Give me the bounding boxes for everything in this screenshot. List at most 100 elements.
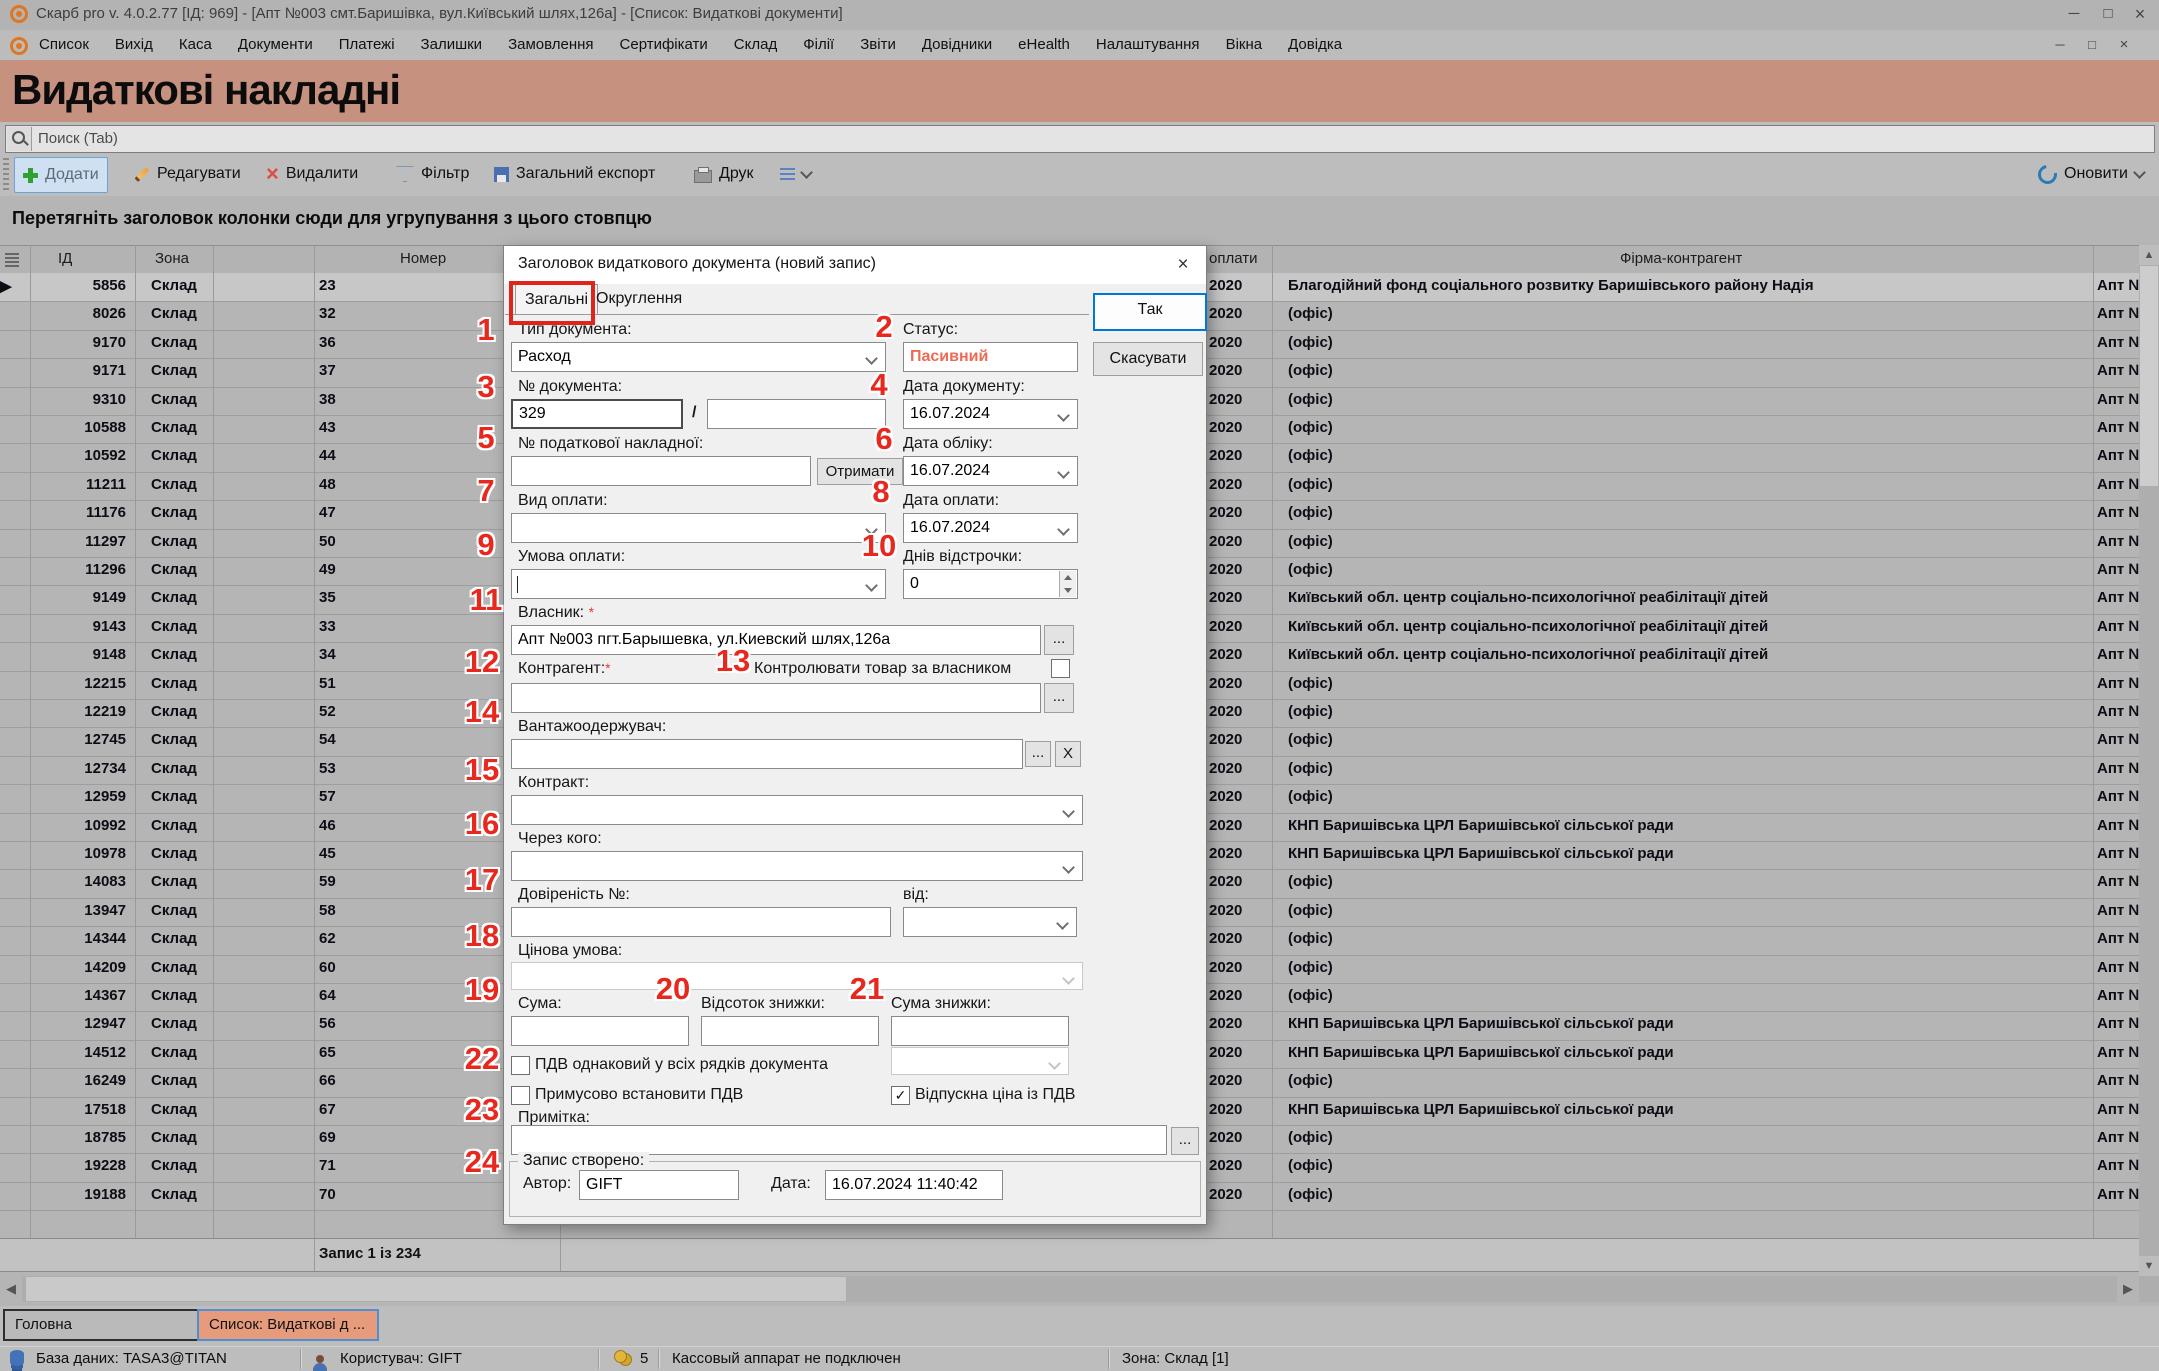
cancel-button[interactable]: Скасувати [1093, 342, 1203, 376]
cell-payment: 2020 [1209, 390, 1243, 408]
menu-item-14[interactable]: Вікна [1226, 30, 1263, 60]
sum-input[interactable] [511, 1016, 689, 1046]
doc-date-select[interactable]: 16.07.2024 [903, 399, 1078, 429]
tax-invoice-input[interactable] [511, 456, 811, 486]
menu-item-15[interactable]: Довідка [1288, 30, 1342, 60]
spinner-arrows-icon[interactable] [1059, 571, 1076, 597]
acc-date-select[interactable]: 16.07.2024 [903, 456, 1078, 486]
proxy-from-select[interactable] [903, 907, 1077, 937]
mdi-close-icon[interactable]: × [2109, 33, 2139, 57]
menu-item-6[interactable]: Замовлення [508, 30, 593, 60]
control-by-owner-checkbox[interactable] [1051, 659, 1070, 678]
doc-type-select[interactable]: Расход [511, 342, 886, 372]
add-button[interactable]: Додати [14, 157, 108, 193]
pay-date-select[interactable]: 16.07.2024 [903, 513, 1078, 543]
maximize-button[interactable]: □ [2093, 2, 2123, 26]
menu-item-10[interactable]: Звіти [860, 30, 896, 60]
doc-no-suffix-input[interactable] [707, 399, 886, 429]
menu-item-8[interactable]: Склад [734, 30, 777, 60]
col-header-number[interactable]: Номер [400, 250, 446, 267]
mdi-minimize-icon[interactable]: ─ [2045, 33, 2075, 57]
discount-percent-input[interactable] [701, 1016, 879, 1046]
refresh-button[interactable]: Оновити [2030, 157, 2152, 191]
mdi-restore-icon[interactable]: □ [2077, 33, 2107, 57]
ok-button[interactable]: Так [1093, 293, 1207, 331]
edit-button[interactable]: Редагувати [126, 157, 249, 191]
cell-pharmacy: Апт №0 [2097, 901, 2139, 919]
contragent-input[interactable] [511, 683, 1041, 713]
cell-firm: Київський обл. центр соціально-психологі… [1288, 617, 1769, 635]
cell-payment: 2020 [1209, 987, 1243, 1004]
toolbar-grip[interactable] [3, 158, 9, 192]
proxy-no-input[interactable] [511, 907, 891, 937]
print-button[interactable]: Друк [686, 157, 762, 191]
menu-item-3[interactable]: Документи [238, 30, 313, 60]
dialog-close-icon[interactable]: × [1170, 252, 1196, 278]
cell-zone: Склад [151, 1185, 197, 1203]
view-options-button[interactable] [772, 157, 819, 191]
via-whom-select[interactable] [511, 851, 1083, 881]
menu-item-2[interactable]: Каса [179, 30, 212, 60]
col-header-zone[interactable]: Зона [155, 250, 189, 267]
cell-firm: Благодійний фонд соціального розвитку Ба… [1288, 277, 1814, 294]
cell-id: 10588 [84, 419, 126, 436]
cell-firm: (офіс) [1288, 788, 1333, 806]
minimize-button[interactable]: ─ [2059, 2, 2089, 26]
cell-payment: 2020 [1209, 305, 1243, 323]
consignee-input[interactable] [511, 739, 1023, 769]
cell-pharmacy: Апт №0 [2097, 1157, 2139, 1175]
consignee-browse-button[interactable]: ... [1025, 741, 1051, 767]
owner-input[interactable]: Апт №003 пгт.Барышевка, ул.Киевский шлях… [511, 625, 1041, 655]
menu-bar: Список Вихід Каса Документи Платежі Залишки За… [0, 30, 2159, 61]
scroll-left-icon[interactable]: ◀ [0, 1276, 22, 1302]
cell-id: 19188 [84, 1185, 126, 1203]
discount-sum-input[interactable] [891, 1016, 1069, 1046]
get-tax-no-button[interactable]: Отримати [817, 458, 903, 485]
floppy-icon [494, 166, 509, 182]
horizontal-scroll-thumb[interactable] [26, 1277, 846, 1301]
tab-home[interactable]: Головна [3, 1309, 205, 1341]
menu-item-0[interactable]: Список [39, 30, 89, 60]
menu-item-7[interactable]: Сертифікати [620, 30, 708, 60]
vertical-scrollbar[interactable]: ▲ ▼ [2139, 245, 2159, 1276]
menu-item-13[interactable]: Налаштування [1096, 30, 1200, 60]
menu-item-11[interactable]: Довідники [922, 30, 992, 60]
delay-days-stepper[interactable]: 0 [903, 569, 1078, 599]
tab-documents-list[interactable]: Список: Видаткові д ... [197, 1309, 379, 1341]
menu-item-5[interactable]: Залишки [421, 30, 483, 60]
col-header-firm[interactable]: Фірма-контрагент [1620, 250, 1742, 267]
menu-item-9[interactable]: Філії [803, 30, 834, 60]
search-input[interactable]: Поиск (Tab) [5, 125, 2155, 153]
doc-no-input[interactable]: 329 [511, 399, 683, 429]
scroll-right-icon[interactable]: ▶ [2117, 1276, 2139, 1302]
vertical-scroll-thumb[interactable] [2140, 266, 2158, 486]
consignee-clear-button[interactable]: X [1055, 741, 1081, 767]
filter-button[interactable]: Фільтр [388, 157, 477, 191]
vat-price-checkbox[interactable]: ✓ [891, 1086, 910, 1105]
contragent-browse-button[interactable]: ... [1044, 683, 1074, 713]
horizontal-scrollbar[interactable]: ◀ ▶ [0, 1276, 2159, 1302]
cell-id: 19228 [84, 1157, 126, 1175]
payment-condition-select[interactable] [511, 569, 886, 599]
note-browse-button[interactable]: ... [1171, 1127, 1199, 1155]
vat-same-checkbox[interactable] [511, 1056, 530, 1075]
close-button[interactable]: × [2125, 2, 2155, 26]
col-header-payment[interactable]: оплати [1209, 250, 1257, 267]
owner-browse-button[interactable]: ... [1044, 625, 1074, 655]
cell-firm: (офіс) [1288, 759, 1333, 777]
scroll-down-icon[interactable]: ▼ [2139, 1256, 2159, 1276]
contract-select[interactable] [511, 795, 1083, 825]
tab-rounding[interactable]: Округлення [587, 284, 691, 314]
acc-date-label: Дата обліку: [903, 435, 993, 452]
menu-item-4[interactable]: Платежі [339, 30, 395, 60]
note-input[interactable] [511, 1125, 1167, 1155]
menu-item-1[interactable]: Вихід [115, 30, 153, 60]
status-value: Пасивний [903, 342, 1078, 372]
col-header-id[interactable]: ІД [58, 250, 72, 267]
payment-kind-select[interactable] [511, 513, 886, 543]
export-button[interactable]: Загальний експорт [486, 157, 663, 191]
scroll-up-icon[interactable]: ▲ [2139, 245, 2159, 265]
vat-force-checkbox[interactable] [511, 1086, 530, 1105]
menu-item-12[interactable]: eHealth [1018, 30, 1070, 60]
delete-button[interactable]: × Видалити [258, 157, 366, 191]
